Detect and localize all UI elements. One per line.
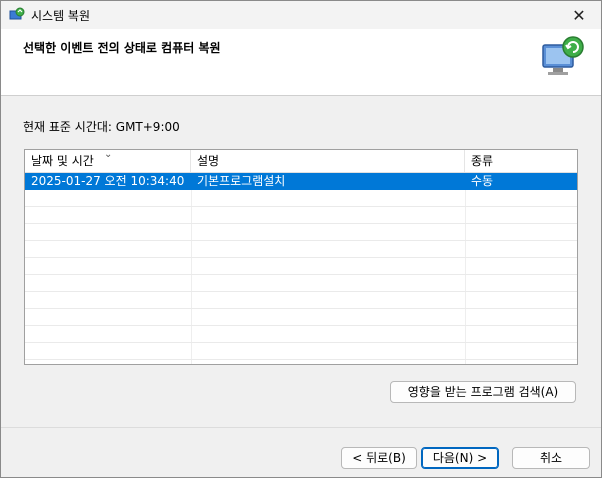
empty-row (25, 343, 577, 360)
empty-row (25, 309, 577, 326)
cell-type: 수동 (471, 174, 494, 188)
title-bar: 시스템 복원 ✕ (1, 1, 601, 29)
empty-row (25, 258, 577, 275)
column-header-type[interactable]: 종류 (465, 150, 577, 172)
page-heading: 선택한 이벤트 전의 상태로 컴퓨터 복원 (23, 41, 221, 55)
table-header: 날짜 및 시간 ⌄ 설명 종류 (25, 150, 577, 173)
footer-divider (1, 427, 601, 428)
scan-affected-programs-button[interactable]: 영향을 받는 프로그램 검색(A) (390, 381, 576, 403)
table-row[interactable]: 2025-01-27 오전 10:34:40 기본프로그램설치 수동 (25, 173, 577, 190)
close-button[interactable]: ✕ (557, 1, 601, 29)
close-icon: ✕ (572, 5, 586, 25)
next-button[interactable]: 다음(N) > (421, 447, 499, 469)
empty-row (25, 326, 577, 343)
empty-row (25, 190, 577, 207)
empty-row (25, 224, 577, 241)
empty-row (25, 292, 577, 309)
timezone-label: 현재 표준 시간대: GMT+9:00 (23, 120, 180, 134)
wizard-header: 선택한 이벤트 전의 상태로 컴퓨터 복원 (1, 29, 601, 96)
computer-restore-icon (542, 36, 584, 75)
cell-datetime: 2025-01-27 오전 10:34:40 (31, 174, 185, 188)
back-button[interactable]: < 뒤로(B) (341, 447, 417, 469)
empty-row (25, 275, 577, 292)
window-title: 시스템 복원 (31, 9, 91, 23)
cell-description: 기본프로그램설치 (197, 174, 286, 188)
empty-row (25, 207, 577, 224)
column-header-description[interactable]: 설명 (191, 150, 465, 172)
restore-point-table: 날짜 및 시간 ⌄ 설명 종류 2025-01-27 오전 10:34:40 기… (24, 149, 578, 365)
column-header-datetime[interactable]: 날짜 및 시간 ⌄ (25, 150, 191, 172)
system-restore-window: 시스템 복원 ✕ 선택한 이벤트 전의 상태로 컴퓨터 복원 현재 표준 시간대… (0, 0, 602, 478)
system-restore-icon (9, 7, 25, 20)
cancel-button[interactable]: 취소 (512, 447, 590, 469)
empty-row (25, 241, 577, 258)
sort-descending-icon: ⌄ (104, 149, 113, 160)
